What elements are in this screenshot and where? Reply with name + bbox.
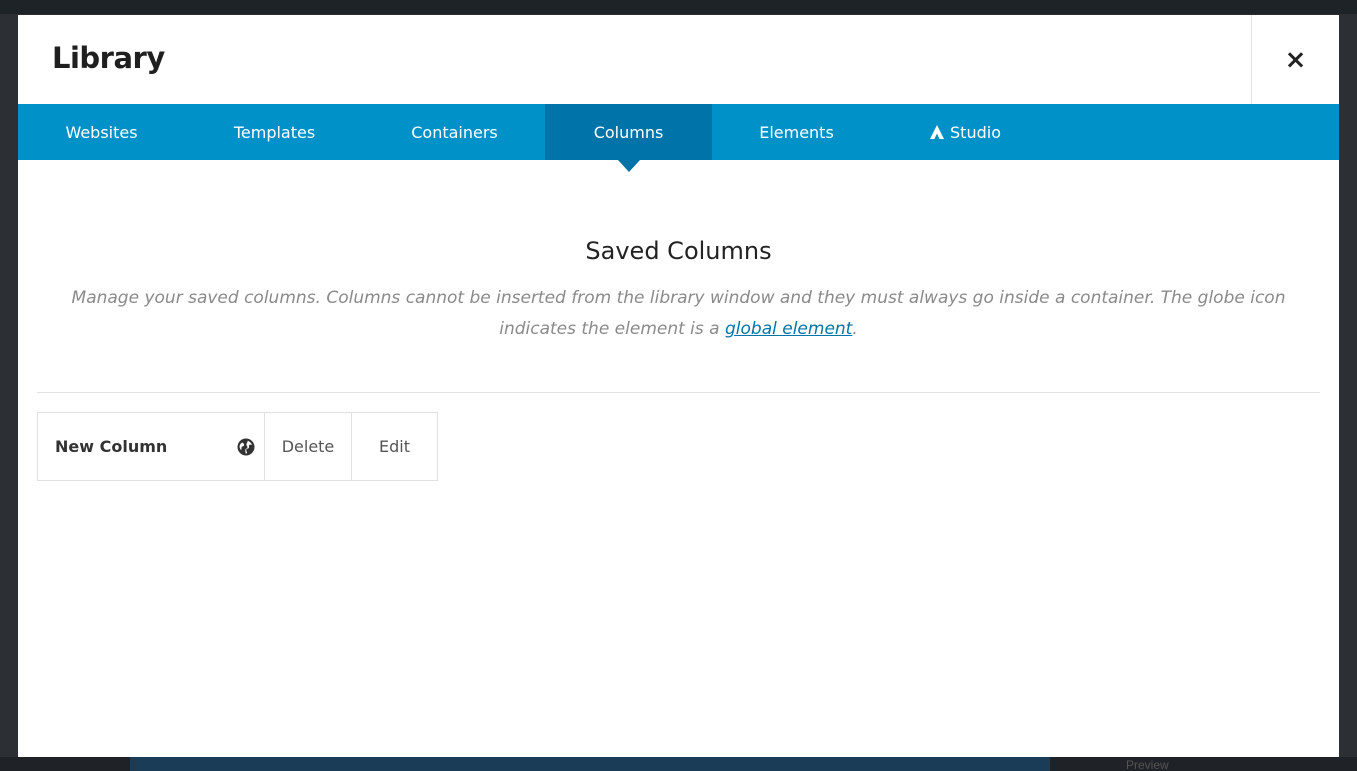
tab-studio[interactable]: Studio — [881, 104, 1049, 160]
global-element-link[interactable]: global element — [725, 319, 852, 339]
avada-studio-icon — [930, 125, 945, 139]
background-blue-bar — [130, 757, 1050, 771]
tab-websites[interactable]: Websites — [18, 104, 185, 160]
background-bottom-bar: Preview — [0, 757, 1357, 771]
saved-item-name-cell: New Column — [38, 413, 265, 480]
tab-elements[interactable]: Elements — [712, 104, 881, 160]
modal-title: Library — [52, 41, 165, 75]
tab-label: Studio — [950, 122, 1001, 142]
background-right-panel — [1339, 14, 1357, 771]
modal-header: Library × — [18, 15, 1339, 104]
saved-item-name: New Column — [55, 437, 168, 456]
tab-label: Websites — [65, 122, 138, 142]
background-left-panel — [0, 14, 18, 771]
close-button[interactable]: × — [1251, 15, 1339, 104]
tab-label: Columns — [593, 122, 664, 142]
background-preview-label: Preview — [1126, 758, 1169, 771]
section-title: Saved Columns — [585, 237, 772, 265]
background-admin-bar — [0, 0, 1357, 14]
delete-button[interactable]: Delete — [265, 413, 352, 480]
library-tabs: Websites Templates Containers Columns El… — [18, 104, 1339, 172]
saved-item-row: New Column Delete Edit — [37, 412, 438, 481]
close-icon[interactable]: × — [1285, 47, 1307, 73]
tab-label: Elements — [759, 122, 834, 142]
library-modal: Library × Websites Templates Containers … — [18, 15, 1339, 757]
divider — [37, 392, 1320, 393]
tab-label: Templates — [233, 122, 316, 142]
globe-icon — [237, 438, 255, 456]
tab-columns[interactable]: Columns — [545, 104, 712, 172]
tab-containers[interactable]: Containers — [364, 104, 545, 160]
tab-templates[interactable]: Templates — [185, 104, 364, 160]
description-text: Manage your saved columns. Columns canno… — [71, 288, 1286, 339]
section-description: Manage your saved columns. Columns canno… — [48, 283, 1309, 345]
description-end: . — [852, 319, 858, 339]
edit-button[interactable]: Edit — [352, 413, 437, 480]
tab-label: Containers — [411, 122, 498, 142]
